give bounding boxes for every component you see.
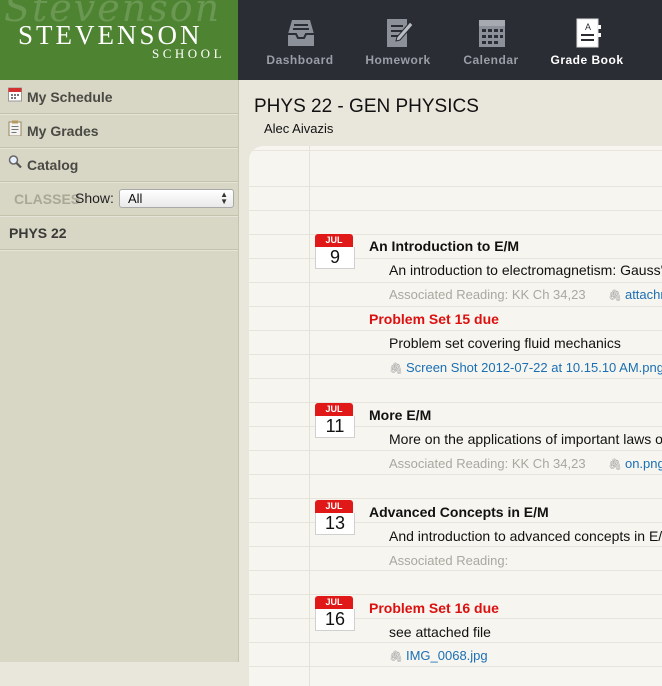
logo-subtitle: SCHOOL	[152, 46, 226, 61]
teacher-name: Alec Aivazis	[264, 121, 334, 136]
show-filter-label: Show:	[75, 190, 114, 206]
event-title[interactable]: More E/M	[369, 407, 431, 423]
date-month: JUL	[315, 403, 353, 416]
date-badge: JUL 11	[315, 403, 355, 439]
calendar-icon	[8, 87, 22, 102]
date-month: JUL	[315, 234, 353, 247]
sidebar: My Schedule My Grades Catalog CLASSES PH…	[0, 80, 239, 662]
inbox-tray-icon	[288, 20, 314, 46]
assignment-due-title[interactable]: Problem Set 16 due	[369, 600, 499, 616]
date-badge: JUL 13	[315, 500, 355, 536]
show-filter-select[interactable]: All ▲ ▼	[119, 189, 234, 208]
clipboard-icon	[8, 120, 22, 136]
gradebook-icon: A	[576, 18, 601, 48]
date-day: 13	[315, 513, 355, 535]
sidebar-item-label: My Schedule	[27, 89, 113, 105]
select-arrows-icon: ▲ ▼	[220, 190, 228, 206]
attachment-name: IMG_0068.jpg	[405, 648, 488, 663]
partial-icon	[652, 16, 662, 50]
school-logo[interactable]: Stevenson STEVENSON SCHOOL	[0, 0, 238, 80]
event-attachment-link[interactable]: 🖇 on.png	[608, 456, 662, 471]
paperclip-icon: 🖇	[608, 459, 622, 471]
event-reading: Associated Reading: KK Ch 34,23	[389, 287, 586, 302]
sidebar-section-label: CLASSES	[14, 191, 81, 207]
nav-homework[interactable]: Homework	[349, 0, 447, 80]
attachment-name: Screen Shot 2012-07-22 at 10.15.10 AM.pn…	[405, 360, 662, 375]
top-navigation: Dashboard Homework Calendar A Grade Book	[238, 0, 662, 80]
nav-homework-label: Homework	[365, 53, 431, 67]
date-month: JUL	[315, 500, 353, 513]
notepad-pencil-icon	[387, 19, 414, 47]
event-attachment-link[interactable]: 🖇attachm	[608, 287, 662, 302]
sidebar-item-my-grades[interactable]: My Grades	[0, 114, 238, 148]
event-description: An introduction to electromagnetism: Gau…	[389, 262, 662, 278]
event-title[interactable]: Advanced Concepts in E/M	[369, 504, 549, 520]
page-title: PHYS 22 - GEN PHYSICS	[254, 96, 479, 117]
date-day: 9	[315, 247, 355, 269]
sidebar-item-label: PHYS 22	[9, 225, 67, 241]
date-badge: JUL 16	[315, 596, 355, 632]
sidebar-item-phys-22[interactable]: PHYS 22	[0, 216, 238, 250]
magnifier-icon	[8, 155, 22, 169]
assignment-attachment-link[interactable]: 🖇 IMG_0068.jpg	[389, 648, 488, 663]
attachment-name: on.png	[624, 456, 662, 471]
paperclip-icon: 🖇	[389, 651, 403, 663]
sidebar-item-my-schedule[interactable]: My Schedule	[0, 80, 238, 114]
svg-text:A: A	[585, 22, 591, 32]
date-day: 11	[315, 416, 355, 438]
event-reading: Associated Reading:	[389, 553, 509, 568]
sidebar-item-catalog[interactable]: Catalog	[0, 148, 238, 182]
paperclip-icon: 🖇	[608, 290, 622, 302]
date-month: JUL	[315, 596, 353, 609]
nav-partial-item[interactable]: C	[618, 0, 662, 80]
assignment-attachment-link[interactable]: 🖇 Screen Shot 2012-07-22 at 10.15.10 AM.p…	[389, 360, 662, 375]
assignment-description: Problem set covering fluid mechanics	[389, 335, 621, 351]
nav-dashboard-label: Dashboard	[266, 53, 334, 67]
assignment-description: see attached file	[389, 624, 491, 640]
sidebar-item-label: My Grades	[27, 123, 99, 139]
sidebar-item-label: Catalog	[27, 157, 79, 173]
event-description: More on the applications of important la…	[389, 431, 662, 447]
nav-dashboard[interactable]: Dashboard	[251, 0, 349, 80]
calendar-grid-icon	[479, 20, 505, 47]
date-day: 16	[315, 609, 355, 631]
date-badge: JUL 9	[315, 234, 355, 270]
event-title[interactable]: An Introduction to E/M	[369, 238, 519, 254]
show-filter-value: All	[128, 191, 143, 206]
nav-calendar[interactable]: Calendar	[442, 0, 540, 80]
margin-line	[309, 146, 310, 686]
nav-calendar-label: Calendar	[463, 53, 519, 67]
paperclip-icon: 🖇	[389, 363, 403, 375]
attachment-name: attachm	[624, 287, 662, 302]
assignment-due-title[interactable]: Problem Set 15 due	[369, 311, 499, 327]
event-description: And introduction to advanced concepts in…	[389, 528, 662, 544]
event-reading: Associated Reading: KK Ch 34,23	[389, 456, 586, 471]
